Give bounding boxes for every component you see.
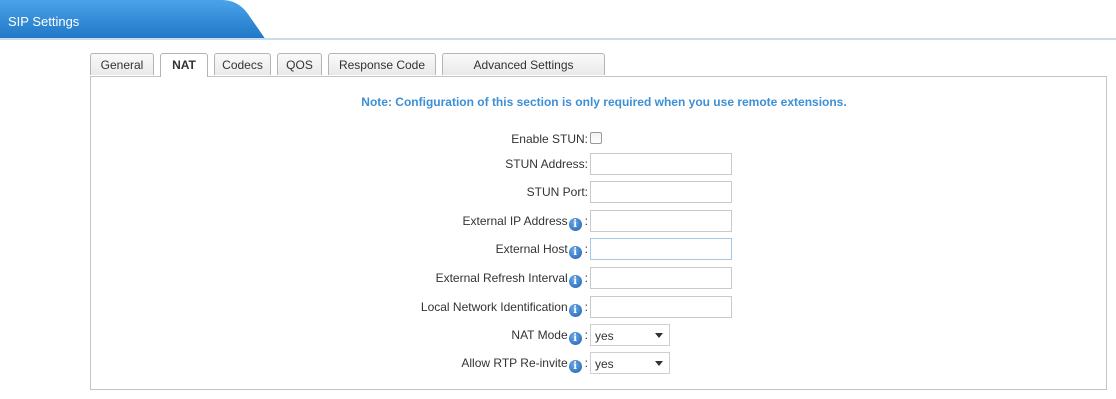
row-allow-rtp-reinvite: Allow RTP Re-invite i: yes xyxy=(0,352,1116,374)
row-external-host: External Host i: xyxy=(0,238,1116,260)
page-header: SIP Settings xyxy=(0,0,1116,44)
tab-general[interactable]: General xyxy=(90,53,154,75)
tab-qos[interactable]: QOS xyxy=(277,53,322,75)
enable-stun-checkbox[interactable] xyxy=(590,132,602,144)
allow-rtp-reinvite-label: Allow RTP Re-invite xyxy=(461,356,568,370)
label-colon: : xyxy=(584,271,588,285)
external-host-label-group: External Host i: xyxy=(496,241,588,259)
tab-codecs[interactable]: Codecs xyxy=(214,53,271,75)
enable-stun-label: Enable STUN: xyxy=(511,132,588,146)
label-colon: : xyxy=(584,328,588,342)
info-icon[interactable]: i xyxy=(568,304,582,317)
label-colon: : xyxy=(584,356,588,370)
info-icon[interactable]: i xyxy=(568,360,582,373)
stun-address-label: STUN Address: xyxy=(505,157,588,171)
nat-mode-value: yes xyxy=(595,329,614,343)
allow-rtp-reinvite-value: yes xyxy=(595,357,614,371)
info-icon[interactable]: i xyxy=(568,275,582,288)
tab-nat[interactable]: NAT xyxy=(160,53,208,77)
nat-mode-label: NAT Mode xyxy=(511,328,568,342)
stun-port-label: STUN Port: xyxy=(526,185,588,199)
info-icon[interactable]: i xyxy=(568,332,582,345)
tab-advanced-settings[interactable]: Advanced Settings xyxy=(442,53,605,75)
label-colon: : xyxy=(584,214,588,228)
row-stun-port: STUN Port: xyxy=(0,181,1116,203)
info-icon[interactable]: i xyxy=(568,246,582,259)
sip-settings-page: SIP Settings General NAT Codecs QOS Resp… xyxy=(0,0,1116,399)
external-host-input[interactable] xyxy=(590,238,732,260)
row-external-ip: External IP Address i: xyxy=(0,210,1116,232)
tab-response-code[interactable]: Response Code xyxy=(328,53,436,75)
external-refresh-input[interactable] xyxy=(590,267,732,289)
row-local-network: Local Network Identification i: xyxy=(0,296,1116,318)
stun-address-input[interactable] xyxy=(590,153,732,175)
external-refresh-label: External Refresh Interval xyxy=(435,271,568,285)
chevron-down-icon xyxy=(655,333,663,338)
external-refresh-label-group: External Refresh Interval i: xyxy=(436,270,588,288)
local-network-label-group: Local Network Identification i: xyxy=(421,299,588,317)
header-underline xyxy=(0,38,1116,40)
allow-rtp-reinvite-select[interactable]: yes xyxy=(590,352,670,374)
external-host-label: External Host xyxy=(495,242,568,256)
local-network-input[interactable] xyxy=(590,296,732,318)
local-network-label: Local Network Identification xyxy=(420,300,568,314)
chevron-down-icon xyxy=(655,361,663,366)
external-ip-label-group: External IP Address i: xyxy=(462,213,588,231)
external-ip-label: External IP Address xyxy=(462,214,568,228)
config-note: Note: Configuration of this section is o… xyxy=(361,95,847,109)
row-external-refresh: External Refresh Interval i: xyxy=(0,267,1116,289)
row-stun-address: STUN Address: xyxy=(0,153,1116,175)
external-ip-input[interactable] xyxy=(590,210,732,232)
info-icon[interactable]: i xyxy=(568,218,582,231)
stun-port-input[interactable] xyxy=(590,181,732,203)
nat-mode-select[interactable]: yes xyxy=(590,324,670,346)
page-title: SIP Settings xyxy=(8,14,80,29)
nat-mode-label-group: NAT Mode i: xyxy=(511,327,588,345)
row-enable-stun: Enable STUN: xyxy=(0,128,1116,150)
row-nat-mode: NAT Mode i: yes xyxy=(0,324,1116,346)
allow-rtp-reinvite-label-group: Allow RTP Re-invite i: xyxy=(461,355,588,373)
label-colon: : xyxy=(584,300,588,314)
label-colon: : xyxy=(584,242,588,256)
